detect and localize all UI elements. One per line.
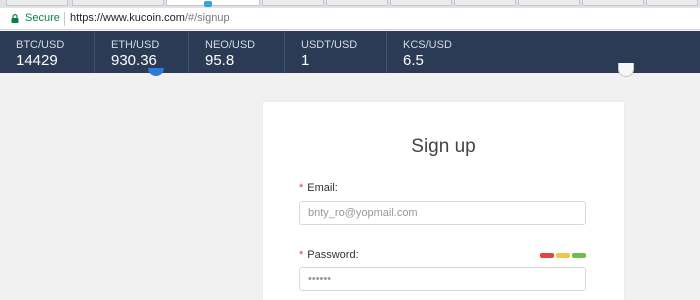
ticker-pair: BTC/USD — [16, 39, 65, 51]
required-mark: * — [299, 182, 304, 194]
ticker-item-btc[interactable]: BTC/USD 14429 — [0, 31, 94, 73]
browser-tab[interactable] — [454, 0, 516, 6]
strength-segment-strong — [572, 253, 586, 258]
secure-label: Secure — [25, 12, 60, 24]
signup-card: Sign up *Email: *Password: — [263, 102, 624, 300]
ticker-price: 95.8 — [205, 52, 235, 69]
ticker-pair: USDT/USD — [301, 39, 358, 51]
ticker-pair: ETH/USD — [111, 39, 160, 51]
browser-tab[interactable] — [326, 0, 388, 6]
lock-icon — [11, 14, 19, 23]
browser-tab[interactable] — [582, 0, 644, 6]
ticker-item-eth[interactable]: ETH/USD 930.36 — [94, 31, 174, 73]
ticker-price: 930.36 — [111, 52, 157, 69]
email-label: * Email: — [299, 182, 338, 194]
browser-tab[interactable] — [6, 0, 68, 6]
email-field[interactable] — [299, 201, 586, 225]
address-bar[interactable]: Secure https://www.kucoin.com/#/signup — [0, 8, 700, 30]
ticker-pair: KCS/USD — [403, 39, 452, 51]
password-label: * Password: — [299, 249, 359, 261]
ticker-item-usdt[interactable]: USDT/USD 1 — [284, 31, 386, 73]
browser-tab[interactable] — [646, 0, 698, 6]
required-mark: * — [299, 249, 304, 261]
browser-tab[interactable] — [518, 0, 580, 6]
step-indicator-dot — [148, 68, 164, 76]
ticker-item-kcs[interactable]: KCS/USD 6.5 — [386, 31, 506, 73]
ticker-price: 14429 — [16, 52, 58, 69]
password-strength-meter — [540, 253, 586, 258]
browser-tab[interactable] — [262, 0, 324, 6]
ticker-item-neo[interactable]: NEO/USD 95.8 — [188, 31, 284, 73]
address-separator — [64, 12, 65, 26]
browser-tab[interactable] — [72, 0, 164, 6]
signup-title: Sign up — [411, 136, 476, 157]
step-indicator-circle — [618, 63, 634, 77]
favicon-icon — [203, 1, 212, 7]
url-host: https://www.kucoin.com — [70, 12, 185, 24]
browser-tab[interactable] — [390, 0, 452, 6]
url-path: /#/signup — [184, 12, 230, 24]
strength-segment-medium — [556, 253, 570, 258]
url-text[interactable]: https://www.kucoin.com/#/signup — [70, 12, 230, 24]
email-label-text: Email: — [307, 182, 338, 194]
ticker-pair: NEO/USD — [205, 39, 256, 51]
password-field[interactable] — [299, 267, 586, 291]
ticker-price: 1 — [301, 52, 310, 69]
price-ticker: BTC/USD 14429 ETH/USD 930.36 NEO/USD 95.… — [0, 31, 700, 73]
ticker-price: 6.5 — [403, 52, 424, 69]
browser-tab-active[interactable] — [166, 0, 260, 7]
strength-segment-weak — [540, 253, 554, 258]
password-label-text: Password: — [307, 249, 359, 261]
